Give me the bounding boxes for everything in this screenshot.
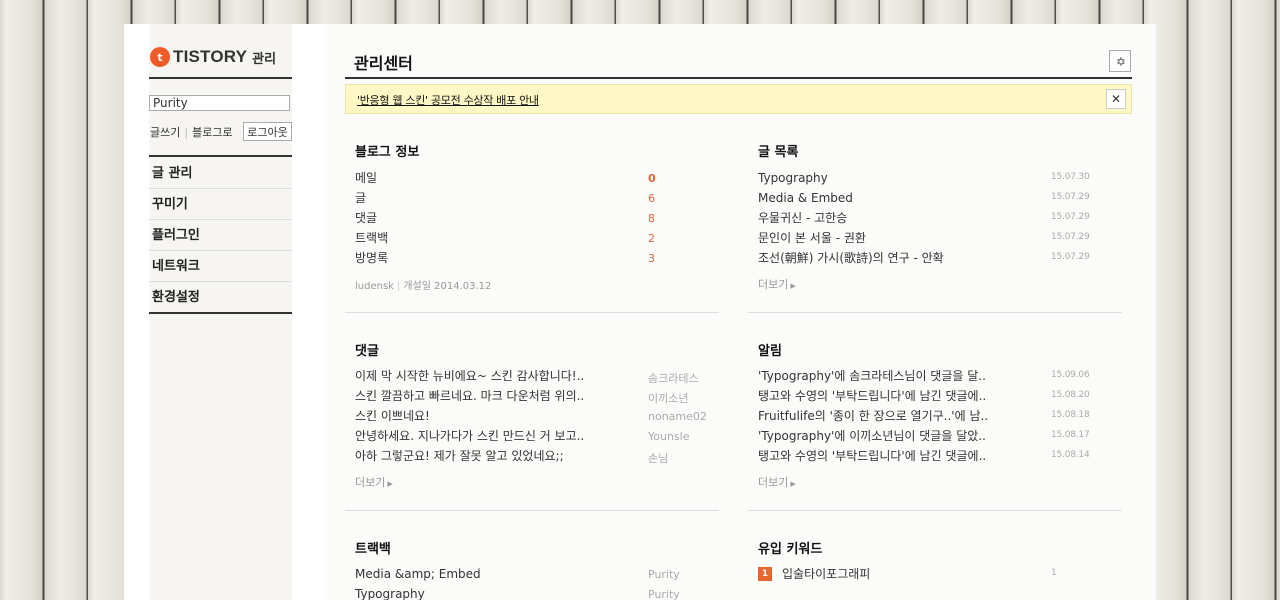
comment-author: noname02 [648,410,707,423]
chevron-right-icon: ▶ [387,480,393,488]
close-icon[interactable]: ✕ [1106,89,1126,109]
gear-icon [1116,56,1125,66]
alert-date: 15.08.20 [1051,390,1090,400]
settings-button[interactable] [1109,50,1131,72]
alert-link[interactable]: 'Typography'에 이끼소년님이 댓글을 달았.. [758,426,986,446]
meta-separator: | [396,281,401,292]
blog-info-label: 글 [355,191,367,205]
sidebar-links: 글쓰기 | 블로그로 [150,124,233,140]
trackback-link[interactable]: Media &amp; Embed [355,564,481,584]
section-divider [748,510,1122,511]
comment-author: 손님 [648,452,669,465]
blog-info-title: 블로그 정보 [355,145,420,160]
trackback-author: Purity [648,588,680,600]
sidebar-item-plugin[interactable]: 플러그인 [149,220,292,251]
comment-link[interactable]: 안녕하세요. 지나가다가 스킨 만드신 거 보고.. [355,426,584,446]
comment-author: Younsle [648,430,690,443]
sidebar-divider [149,155,292,157]
post-date: 15.07.29 [1051,252,1090,262]
sidebar-item-settings[interactable]: 환경설정 [149,282,292,314]
alert-link[interactable]: Fruitfulife의 '종이 한 장으로 열기구..'에 남.. [758,406,988,426]
notice-link[interactable]: '반응형 웹 스킨' 공모전 수상작 배포 안내 [357,92,539,108]
blog-info-value[interactable]: 0 [648,172,656,185]
sidebar-item-network[interactable]: 네트워크 [149,251,292,282]
blog-info-value[interactable]: 6 [648,192,655,205]
comment-author: 솜크라테스 [648,372,699,385]
alerts-more-link[interactable]: 더보기 ▶ [758,474,796,490]
tistory-logo[interactable]: t TISTORY 관리 [150,46,276,68]
section-divider [345,312,719,313]
tistory-logo-icon: t [150,47,170,67]
sidebar-divider [149,77,292,79]
blog-info-label: 방명록 [355,251,389,265]
logo-text: TISTORY [173,47,248,66]
comment-author: 이끼소년 [648,392,689,405]
more-label: 더보기 [758,278,789,291]
blog-info-label: 메일 [355,171,378,185]
comment-link[interactable]: 이제 막 시작한 뉴비에요~ 스킨 감사합니다!.. [355,366,584,386]
trackback-link[interactable]: Typography [355,584,425,600]
alert-date: 15.08.14 [1051,450,1090,460]
sidebar-item-post-manage[interactable]: 글 관리 [149,158,292,189]
logout-button[interactable]: 로그아웃 [243,122,292,141]
keyword-text: 입술타이포그래피 [782,567,871,581]
blog-info-label: 댓글 [355,211,378,225]
alert-date: 15.08.18 [1051,410,1090,420]
blog-meta: ludensk | 개설일 2014.03.12 [355,277,491,292]
post-date: 15.07.29 [1051,232,1090,242]
post-link[interactable]: Media & Embed [758,188,853,208]
comment-link[interactable]: 스킨 깔끔하고 빠르네요. 마크 다운처럼 위의.. [355,386,584,406]
posts-title: 글 목록 [758,145,799,160]
sidebar-menu: 글 관리 꾸미기 플러그인 네트워크 환경설정 [149,158,292,314]
post-date: 15.07.29 [1051,212,1090,222]
alert-link[interactable]: 탱고와 수영의 '부탁드립니다'에 남긴 댓글에.. [758,386,986,406]
alert-link[interactable]: 탱고와 수영의 '부탁드립니다'에 남긴 댓글에.. [758,446,986,466]
trackbacks-title: 트랙백 [355,542,391,557]
link-separator: | [184,126,189,139]
post-date: 15.07.30 [1051,172,1090,182]
go-to-blog-link[interactable]: 블로그로 [192,126,232,139]
more-label: 더보기 [355,476,386,489]
alerts-title: 알림 [758,344,782,359]
comments-more-link[interactable]: 더보기 ▶ [355,474,393,490]
post-date: 15.07.29 [1051,192,1090,202]
more-label: 더보기 [758,476,789,489]
post-link[interactable]: Typography [758,168,828,188]
keyword-rank-badge: 1 [758,567,772,581]
page-title: 관리센터 [354,54,413,73]
keywords-title: 유입 키워드 [758,542,823,557]
post-link[interactable]: 우물귀신 - 고한승 [758,208,847,228]
alert-date: 15.09.06 [1051,370,1090,380]
alert-link[interactable]: 'Typography'에 솜크라테스님이 댓글을 달.. [758,366,986,386]
comments-title: 댓글 [355,344,379,359]
post-link[interactable]: 조선(朝鮮) 가시(歌詩)의 연구 - 안확 [758,248,944,268]
keyword-count: 1 [1051,568,1057,578]
header-divider [345,77,1132,79]
posts-more-link[interactable]: 더보기 ▶ [758,276,796,292]
write-link[interactable]: 글쓰기 [150,126,180,139]
blog-selector[interactable]: Purity [149,95,290,111]
notice-banner: '반응형 웹 스킨' 공모전 수상작 배포 안내 ✕ [345,84,1132,114]
comment-link[interactable]: 아하 그렇군요! 제가 잘못 알고 있었네요;; [355,446,564,466]
blog-info-label: 트랙백 [355,231,389,245]
section-divider [345,510,719,511]
alert-date: 15.08.17 [1051,430,1090,440]
blog-info-value[interactable]: 3 [648,252,655,265]
blog-info-value[interactable]: 2 [648,232,655,245]
chevron-right-icon: ▶ [790,480,796,488]
admin-label: 관리 [252,51,277,67]
blog-owner: ludensk [355,281,394,292]
sidebar-item-customize[interactable]: 꾸미기 [149,189,292,220]
trackback-author: Purity [648,568,680,581]
blog-info-value[interactable]: 8 [648,212,655,225]
post-link[interactable]: 문인이 본 서울 - 권환 [758,228,866,248]
comment-link[interactable]: 스킨 이쁘네요! [355,406,430,426]
chevron-right-icon: ▶ [790,282,796,290]
section-divider [748,312,1122,313]
blog-opened-date: 개설일 2014.03.12 [403,281,492,292]
